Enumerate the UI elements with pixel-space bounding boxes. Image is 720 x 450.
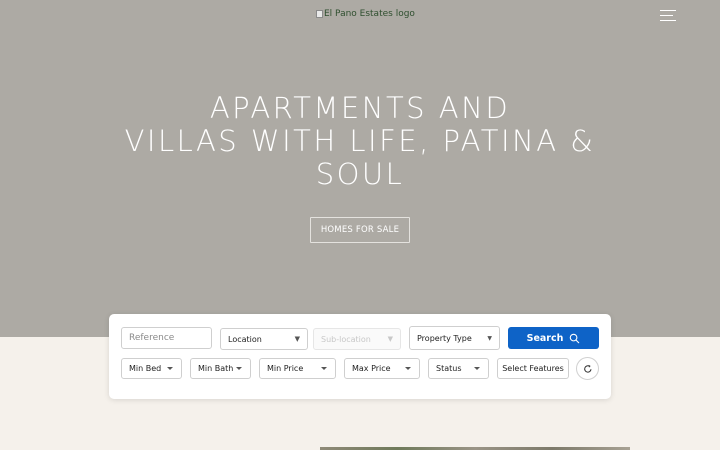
min-price-select[interactable]: Min Price — [259, 358, 336, 379]
dropdown-arrow-icon — [236, 366, 242, 370]
dropdown-arrow-icon: ▼ — [294, 335, 300, 343]
menu-icon[interactable] — [660, 9, 678, 21]
min-bath-label: Min Bath — [198, 364, 234, 373]
status-label: Status — [436, 364, 462, 373]
headline-line-1: APARTMENTS AND — [209, 91, 511, 125]
max-price-select[interactable]: Max Price — [344, 358, 420, 379]
reference-input[interactable]: Reference — [121, 327, 212, 349]
logo-alt-text: El Pano Estates logo — [324, 9, 415, 19]
min-bath-select[interactable]: Min Bath — [190, 358, 251, 379]
property-search-panel: Reference Location ▼ Sub-location ▼ Prop… — [109, 314, 611, 399]
property-type-label: Property Type — [417, 333, 472, 343]
reset-icon — [583, 364, 591, 373]
site-logo[interactable]: El Pano Estates logo — [316, 9, 415, 19]
sublocation-placeholder: Sub-location — [321, 334, 371, 344]
hero-section: El Pano Estates logo APARTMENTS AND VILL… — [0, 0, 720, 337]
dropdown-arrow-icon — [474, 366, 480, 370]
dropdown-arrow-icon — [167, 366, 173, 370]
max-price-label: Max Price — [352, 364, 391, 373]
property-type-select[interactable]: Property Type ▼ — [409, 326, 500, 350]
reset-button[interactable] — [576, 357, 599, 380]
location-select[interactable]: Location ▼ — [220, 328, 308, 350]
search-button-label: Search — [526, 332, 564, 344]
dropdown-arrow-icon: ▼ — [387, 335, 393, 343]
location-label: Location — [228, 334, 262, 344]
homes-for-sale-button[interactable]: HOMES FOR SALE — [310, 217, 410, 243]
dropdown-arrow-icon: ▼ — [487, 334, 492, 342]
reference-placeholder: Reference — [129, 333, 175, 343]
min-price-label: Min Price — [267, 364, 304, 373]
search-button[interactable]: Search — [508, 327, 599, 349]
min-bed-label: Min Bed — [129, 364, 162, 373]
sublocation-select[interactable]: Sub-location ▼ — [313, 328, 401, 350]
hero-headline: APARTMENTS AND VILLAS WITH LIFE, PATINA … — [100, 92, 620, 191]
select-features-button[interactable]: Select Features — [497, 358, 569, 379]
broken-image-icon — [316, 10, 323, 18]
dropdown-arrow-icon — [405, 366, 411, 370]
headline-line-3: SOUL — [315, 157, 405, 191]
status-select[interactable]: Status — [428, 358, 489, 379]
dropdown-arrow-icon — [321, 366, 327, 370]
headline-line-2: VILLAS WITH LIFE, PATINA & — [124, 124, 596, 158]
min-bed-select[interactable]: Min Bed — [121, 358, 182, 379]
search-icon — [570, 333, 580, 343]
select-features-label: Select Features — [502, 364, 564, 373]
